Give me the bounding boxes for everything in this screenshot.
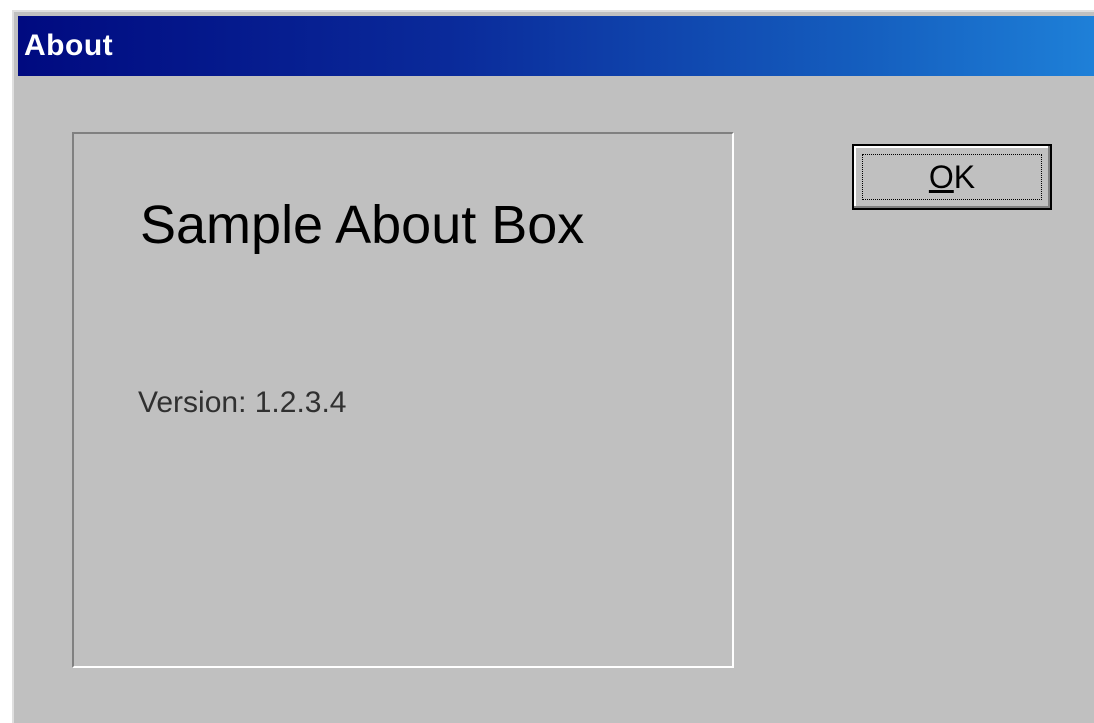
ok-label-rest: K — [953, 158, 976, 195]
title-bar[interactable]: About — [18, 16, 1094, 76]
ok-button-label: OK — [929, 159, 975, 196]
background-edge — [0, 0, 12, 723]
version-label: Version: 1.2.3.4 — [138, 386, 347, 419]
app-name-label: Sample About Box — [140, 195, 585, 255]
about-info-panel: Sample About Box Version: 1.2.3.4 — [72, 132, 734, 668]
ok-mnemonic-letter: O — [928, 158, 954, 195]
ok-button[interactable]: OK — [852, 144, 1052, 210]
about-dialog: About Sample About Box Version: 1.2.3.4 … — [12, 10, 1094, 723]
window-title: About — [24, 29, 114, 62]
